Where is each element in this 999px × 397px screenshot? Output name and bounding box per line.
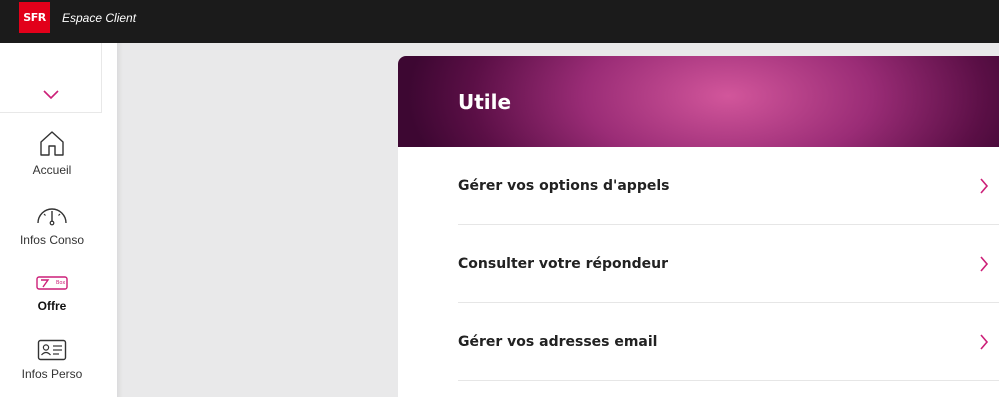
sidebar-shadow bbox=[117, 43, 123, 397]
chevron-right-icon bbox=[979, 255, 989, 272]
sidebar-item-label: Infos Perso bbox=[21, 367, 83, 381]
row-options-appels[interactable]: Gérer vos options d'appels bbox=[458, 147, 999, 225]
offer-icon: Box bbox=[36, 276, 68, 290]
row-label: Consulter votre répondeur bbox=[458, 255, 669, 272]
gauge-icon bbox=[37, 208, 67, 226]
row-repondeur[interactable]: Consulter votre répondeur bbox=[458, 225, 999, 303]
row-label: Gérer vos options d'appels bbox=[458, 177, 670, 194]
chevron-right-icon bbox=[979, 333, 989, 350]
sidebar-item-label: Offre bbox=[37, 299, 67, 313]
offer-icon-text: Box bbox=[56, 280, 65, 286]
sidebar-item-label: Accueil bbox=[32, 163, 72, 177]
sidebar-item-accueil[interactable]: Accueil bbox=[0, 125, 104, 193]
sidebar: Accueil Infos Conso Box Offre Infos Pers… bbox=[0, 43, 117, 397]
utile-card: Utile Gérer vos options d'appels Consult… bbox=[398, 56, 999, 397]
sidebar-item-label: Infos Conso bbox=[19, 233, 85, 247]
row-label: Gérer vos adresses email bbox=[458, 333, 658, 350]
sidebar-collapse-button[interactable] bbox=[0, 43, 102, 113]
app-title: Espace Client bbox=[62, 11, 137, 25]
row-adresses-email[interactable]: Gérer vos adresses email bbox=[458, 303, 999, 381]
sidebar-item-infos-conso[interactable]: Infos Conso bbox=[0, 195, 104, 263]
card-title: Utile bbox=[458, 89, 512, 114]
card-header: Utile bbox=[398, 56, 999, 147]
id-card-icon bbox=[37, 339, 67, 361]
chevron-down-icon bbox=[42, 89, 59, 99]
sidebar-item-infos-perso[interactable]: Infos Perso bbox=[0, 329, 104, 397]
sidebar-item-offre[interactable]: Box Offre bbox=[0, 261, 104, 329]
chevron-right-icon bbox=[979, 177, 989, 194]
top-bar: SFR Espace Client bbox=[0, 0, 999, 43]
home-icon bbox=[40, 131, 64, 156]
sfr-logo[interactable]: SFR bbox=[19, 2, 50, 33]
